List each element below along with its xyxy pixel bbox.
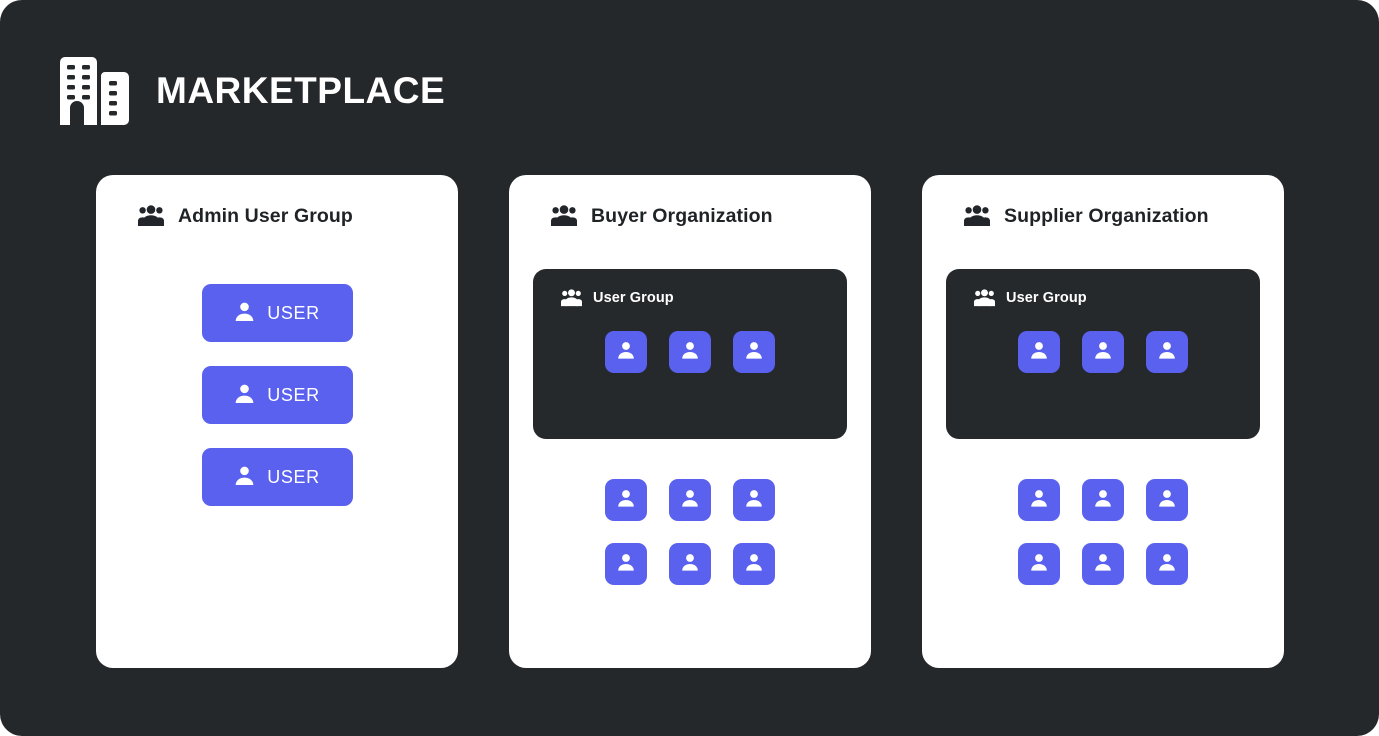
person-icon: [1157, 552, 1177, 577]
user-avatar[interactable]: [733, 479, 775, 521]
card-title: Supplier Organization: [1004, 204, 1209, 227]
person-icon: [680, 340, 700, 365]
user-group-panel: User Group: [533, 269, 847, 439]
user-button-label: USER: [267, 467, 320, 487]
user-avatar[interactable]: [1018, 543, 1060, 585]
card-header: Supplier Organization: [946, 201, 1260, 231]
user-group-header: User Group: [553, 287, 827, 309]
avatar-row: [1018, 543, 1188, 585]
users-group-icon: [964, 205, 990, 227]
users-group-icon: [551, 205, 577, 227]
person-icon: [1093, 488, 1113, 513]
user-avatar[interactable]: [1146, 479, 1188, 521]
person-icon: [234, 465, 255, 489]
person-icon: [680, 552, 700, 577]
user-button-label: USER: [267, 303, 320, 323]
users-group-icon: [138, 205, 164, 227]
avatar-grid: [533, 479, 847, 585]
brand-logo: MARKETPLACE: [56, 48, 445, 132]
users-group-icon: [974, 289, 995, 307]
user-avatar[interactable]: [733, 543, 775, 585]
user-button-label: USER: [267, 385, 320, 405]
person-icon: [744, 340, 764, 365]
user-avatar[interactable]: [1146, 543, 1188, 585]
user-avatar[interactable]: [1018, 331, 1060, 373]
user-avatar[interactable]: [669, 331, 711, 373]
user-button-stack: USER USER USER: [120, 284, 434, 506]
person-icon: [680, 488, 700, 513]
avatar-row: [605, 543, 775, 585]
avatar-grid: [946, 479, 1260, 585]
user-avatar[interactable]: [1146, 331, 1188, 373]
user-avatar[interactable]: [1082, 479, 1124, 521]
avatar-row: [553, 331, 827, 373]
user-button[interactable]: USER: [201, 284, 353, 342]
avatar-row: [966, 331, 1240, 373]
person-icon: [1093, 552, 1113, 577]
person-icon: [744, 488, 764, 513]
user-group-title: User Group: [1006, 290, 1087, 306]
user-button[interactable]: USER: [201, 366, 353, 424]
person-icon: [234, 383, 255, 407]
person-icon: [616, 340, 636, 365]
card-header: Admin User Group: [120, 201, 434, 231]
card-header: Buyer Organization: [533, 201, 847, 231]
user-avatar[interactable]: [669, 543, 711, 585]
user-group-title: User Group: [593, 290, 674, 306]
person-icon: [1029, 340, 1049, 365]
person-icon: [234, 301, 255, 325]
user-avatar[interactable]: [605, 479, 647, 521]
diagram-canvas: MARKETPLACE Admin User Group USER USER U…: [0, 0, 1379, 736]
user-avatar[interactable]: [605, 331, 647, 373]
person-icon: [616, 488, 636, 513]
user-avatar[interactable]: [1082, 543, 1124, 585]
users-group-icon: [561, 289, 582, 307]
user-button[interactable]: USER: [201, 448, 353, 506]
user-avatar[interactable]: [1018, 479, 1060, 521]
card-title: Buyer Organization: [591, 204, 773, 227]
card-buyer-organization: Buyer Organization User Group: [509, 175, 871, 668]
person-icon: [1029, 488, 1049, 513]
user-avatar[interactable]: [733, 331, 775, 373]
user-avatar[interactable]: [605, 543, 647, 585]
card-supplier-organization: Supplier Organization User Group: [922, 175, 1284, 668]
person-icon: [616, 552, 636, 577]
user-avatar[interactable]: [669, 479, 711, 521]
person-icon: [1157, 340, 1177, 365]
person-icon: [1029, 552, 1049, 577]
cards-row: Admin User Group USER USER USER Buyer Or…: [96, 175, 1284, 668]
user-group-panel: User Group: [946, 269, 1260, 439]
person-icon: [744, 552, 764, 577]
person-icon: [1157, 488, 1177, 513]
card-title: Admin User Group: [178, 204, 353, 227]
user-group-header: User Group: [966, 287, 1240, 309]
avatar-row: [605, 479, 775, 521]
user-avatar[interactable]: [1082, 331, 1124, 373]
card-admin-user-group: Admin User Group USER USER USER: [96, 175, 458, 668]
buildings-icon: [56, 50, 134, 130]
person-icon: [1093, 340, 1113, 365]
brand-name: MARKETPLACE: [156, 69, 446, 111]
avatar-row: [1018, 479, 1188, 521]
